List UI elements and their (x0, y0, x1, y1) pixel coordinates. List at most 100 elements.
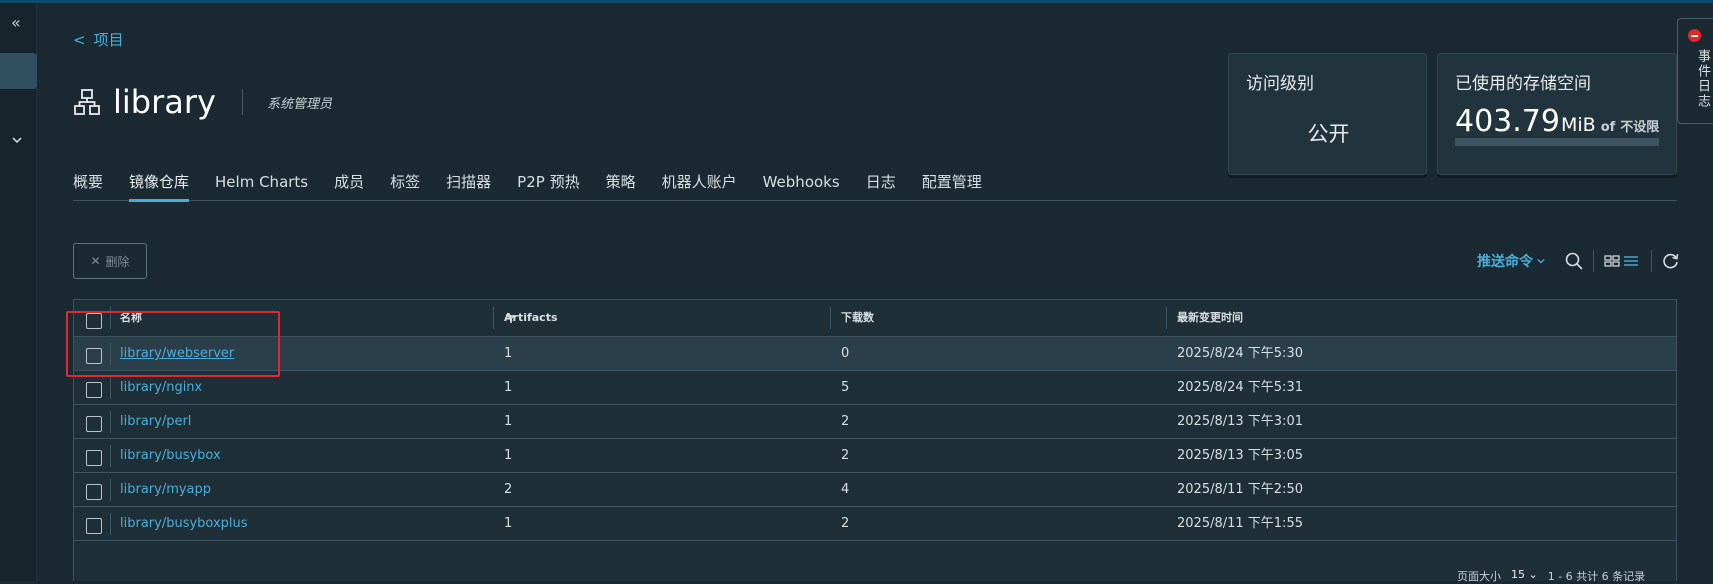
chevron-left-icon: < (73, 30, 86, 49)
page-size-value: 15 (1511, 568, 1525, 581)
last-modified-time: 2025/8/24 下午5:30 (1177, 346, 1303, 361)
table-row[interactable]: library/webserver 1 0 2025/8/24 下午5:30 (74, 337, 1676, 371)
list-view-icon[interactable] (1622, 251, 1642, 271)
access-level-card: 访问级别 公开 (1228, 53, 1427, 175)
last-modified-time: 2025/8/11 下午2:50 (1177, 482, 1303, 497)
card-view-icon[interactable] (1603, 251, 1623, 271)
delete-button[interactable]: ✕ 删除 (73, 243, 147, 279)
chevron-down-icon[interactable] (12, 135, 22, 145)
access-level-label: 访问级别 (1246, 74, 1314, 94)
repository-name-link[interactable]: library/busyboxplus (120, 507, 248, 540)
page-title: library (113, 83, 216, 121)
artifacts-count: 1 (504, 346, 513, 361)
artifacts-count: 2 (504, 482, 513, 497)
table-row[interactable]: library/perl 1 2 2025/8/13 下午3:01 (74, 405, 1676, 439)
storage-label: 已使用的存储空间 (1455, 74, 1591, 94)
tab-5[interactable]: 扫描器 (446, 171, 491, 201)
column-separator (110, 513, 111, 535)
column-separator (110, 411, 111, 433)
storage-used-value: 403.79 (1455, 104, 1560, 139)
sidebar: « (0, 3, 37, 581)
project-header: library 系统管理员 (73, 83, 332, 121)
collapse-sidebar-icon[interactable]: « (11, 13, 21, 32)
search-icon[interactable] (1564, 251, 1584, 271)
column-separator (830, 307, 831, 329)
pagination-summary: 1 - 6 共计 6 条记录 (1547, 570, 1646, 583)
column-separator (1166, 307, 1167, 329)
tab-4[interactable]: 标签 (390, 171, 420, 201)
toolbar-separator (1651, 250, 1652, 272)
table-row[interactable]: library/busyboxplus 1 2 2025/8/11 下午1:55 (74, 507, 1676, 541)
table-row[interactable]: library/busybox 1 2 2025/8/13 下午3:05 (74, 439, 1676, 473)
role-label: 系统管理员 (266, 96, 332, 112)
back-link-label: 项目 (93, 31, 124, 49)
tab-9[interactable]: Webhooks (763, 171, 840, 201)
column-header-artifacts[interactable]: Artifacts (504, 300, 558, 336)
page-size-label: 页面大小 (1457, 570, 1501, 583)
page-size-select[interactable]: 15 ⌄ (1511, 568, 1538, 584)
pull-count: 2 (841, 414, 850, 429)
row-checkbox[interactable] (86, 450, 102, 466)
push-command-label: 推送命令 (1477, 254, 1533, 270)
event-log-tab[interactable]: 事件日志 (1677, 18, 1713, 124)
close-icon: ✕ (90, 254, 101, 268)
tab-11[interactable]: 配置管理 (922, 171, 982, 201)
tab-7[interactable]: 策略 (606, 171, 636, 201)
storage-unit: MiB (1560, 114, 1596, 136)
sidebar-item-active[interactable] (0, 53, 37, 89)
column-separator (110, 445, 111, 467)
tab-3[interactable]: 成员 (334, 171, 364, 201)
project-tabs: 概要 镜像仓库 Helm Charts 成员 标签 扫描器 P2P 预热 策略 机器人账户 Web… (73, 171, 1677, 202)
row-checkbox[interactable] (86, 416, 102, 432)
last-modified-time: 2025/8/11 下午1:55 (1177, 516, 1303, 531)
storage-limit: 不设限 (1620, 120, 1660, 135)
chevron-down-icon (1537, 258, 1545, 264)
tab-2[interactable]: Helm Charts (215, 171, 308, 201)
pagination-footer: 页面大小 15 ⌄ 1 - 6 共计 6 条记录 (1457, 568, 1645, 584)
pull-count: 2 (841, 448, 850, 463)
repository-toolbar: 推送命令 (1477, 248, 1686, 274)
pull-count: 5 (841, 380, 850, 395)
row-checkbox[interactable] (86, 382, 102, 398)
delete-button-label: 删除 (105, 254, 130, 269)
column-header-pulls[interactable]: 下载数 (841, 300, 874, 336)
storage-progress-bar (1455, 138, 1659, 146)
push-command-dropdown[interactable]: 推送命令 (1477, 251, 1545, 271)
row-checkbox[interactable] (86, 518, 102, 534)
repository-table: 名称 Artifacts 下载数 最新变更时间 library/webserve… (73, 299, 1677, 581)
table-header-row: 名称 Artifacts 下载数 最新变更时间 (74, 300, 1676, 337)
column-header-updated[interactable]: 最新变更时间 (1177, 300, 1243, 336)
event-log-label: 事件日志 (1695, 49, 1710, 109)
last-modified-time: 2025/8/24 下午5:31 (1177, 380, 1303, 395)
access-level-value: 公开 (1307, 122, 1350, 146)
title-divider (241, 89, 243, 115)
storage-usage: 403.79 MiB of 不设限 (1455, 104, 1659, 139)
repository-name-link[interactable]: library/myapp (120, 473, 211, 506)
tab-8[interactable]: 机器人账户 (662, 171, 737, 201)
highlight-annotation-box (66, 311, 280, 377)
back-to-projects-link[interactable]: < 项目 (73, 29, 124, 50)
project-icon (74, 89, 100, 115)
artifacts-count: 1 (504, 448, 513, 463)
tab-10[interactable]: 日志 (866, 171, 896, 201)
tab-6[interactable]: P2P 预热 (517, 171, 579, 201)
table-row[interactable]: library/nginx 1 5 2025/8/24 下午5:31 (74, 371, 1676, 405)
artifacts-count: 1 (504, 414, 513, 429)
last-modified-time: 2025/8/13 下午3:01 (1177, 414, 1303, 429)
repository-name-link[interactable]: library/perl (120, 405, 191, 438)
refresh-icon[interactable] (1661, 251, 1681, 271)
column-separator (493, 307, 494, 329)
artifacts-count: 1 (504, 380, 513, 395)
alert-icon (1688, 29, 1701, 42)
tab-1[interactable]: 镜像仓库 (129, 171, 190, 202)
pull-count: 0 (841, 346, 850, 361)
last-modified-time: 2025/8/13 下午3:05 (1177, 448, 1303, 463)
tab-0[interactable]: 概要 (73, 171, 103, 201)
main-content: < 项目 library 系统管理员 访问级别 公开 已使用的存储空间 403.… (37, 3, 1679, 584)
row-checkbox[interactable] (86, 484, 102, 500)
pull-count: 4 (841, 482, 850, 497)
column-separator (110, 377, 111, 399)
repository-name-link[interactable]: library/busybox (120, 439, 221, 472)
table-row[interactable]: library/myapp 2 4 2025/8/11 下午2:50 (74, 473, 1676, 507)
storage-of: of (1600, 120, 1616, 135)
